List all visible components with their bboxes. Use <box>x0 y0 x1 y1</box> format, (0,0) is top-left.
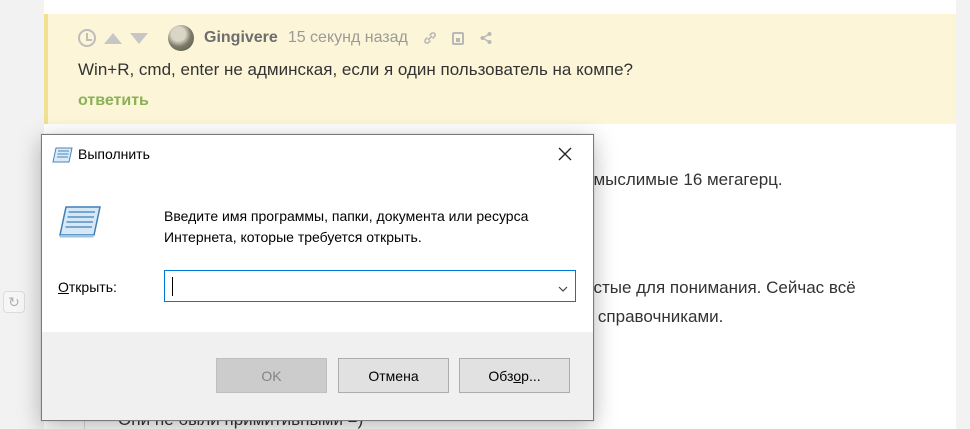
browse-label-post: р... <box>521 367 541 384</box>
background-text-line: я справочниками. <box>584 307 724 326</box>
browse-button[interactable]: Обз о р... <box>459 358 570 393</box>
dialog-description: Введите имя программы, папки, документа … <box>164 206 584 248</box>
cancel-button[interactable]: Отмена <box>338 358 449 393</box>
comment-header: Gingivere 15 секунд назад <box>78 25 506 51</box>
open-label: Открыть: <box>58 279 117 295</box>
chevron-down-icon[interactable] <box>558 281 568 292</box>
background-text-line: емыслимые 16 мегагерц. <box>584 170 783 189</box>
description-line: Введите имя программы, папки, документа … <box>164 208 529 224</box>
close-button[interactable] <box>545 139 585 169</box>
open-combobox[interactable] <box>164 270 576 302</box>
description-line: Интернета, которые требуется открыть. <box>164 229 422 245</box>
dialog-titlebar[interactable]: Выполнить <box>42 135 593 173</box>
run-app-icon <box>56 205 102 239</box>
comment-text: Win+R, cmd, enter не админская, если я о… <box>78 60 633 79</box>
run-dialog: Выполнить Введите имя программы, папки, … <box>41 134 594 421</box>
clock-icon[interactable] <box>78 29 96 47</box>
open-label-text: ткрыть: <box>68 279 117 295</box>
page: Gingivere 15 секунд назад Win+R, cmd, en… <box>0 0 970 429</box>
share-icon[interactable] <box>478 30 494 46</box>
close-icon <box>558 147 572 161</box>
comment-author[interactable]: Gingivere <box>204 29 278 47</box>
ok-button[interactable]: OK <box>216 358 327 393</box>
run-app-icon <box>51 147 73 163</box>
text-caret <box>172 277 173 296</box>
dialog-footer: OK Отмена Обз о р... <box>42 332 593 420</box>
refresh-icon[interactable]: ↻ <box>3 291 25 313</box>
link-icon[interactable] <box>422 30 438 46</box>
reply-link[interactable]: ответить <box>78 92 149 110</box>
upvote-icon[interactable] <box>104 29 122 47</box>
save-icon[interactable] <box>450 30 466 46</box>
downvote-icon[interactable] <box>130 29 148 47</box>
browse-label-pre: Обз <box>488 367 514 384</box>
comment-time[interactable]: 15 секунд назад <box>288 29 408 47</box>
open-label-accesskey: О <box>58 279 69 295</box>
dialog-title: Выполнить <box>78 146 150 162</box>
background-text-line: остые для понимания. Сейчас всё <box>584 278 856 297</box>
browse-label-accesskey: о <box>513 367 522 384</box>
avatar[interactable] <box>168 25 194 51</box>
